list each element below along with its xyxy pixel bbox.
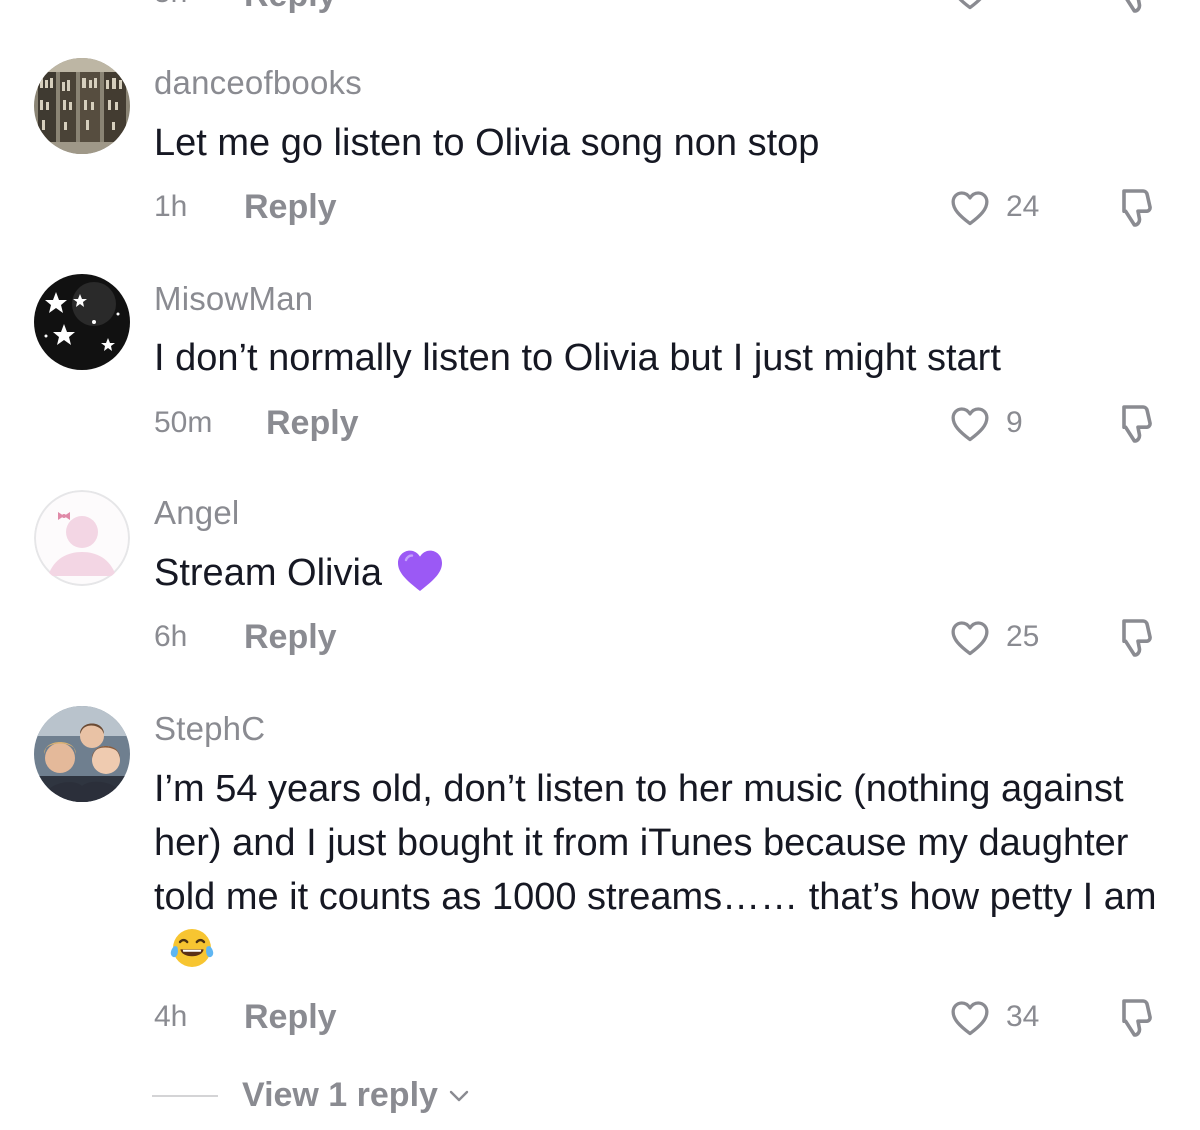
comment-text-content: Stream Olivia: [154, 552, 383, 594]
divider: [152, 1095, 218, 1097]
comment-text: I’m 54 years old, don’t listen to her mu…: [154, 762, 1184, 986]
comment-time: 6h: [154, 620, 188, 653]
like-count: 9: [1006, 406, 1023, 439]
reply-button[interactable]: Reply: [244, 998, 337, 1037]
avatar[interactable]: [34, 274, 130, 370]
comment-username[interactable]: danceofbooks: [154, 64, 362, 102]
heart-icon[interactable]: [948, 402, 992, 446]
like-count: 24: [1006, 190, 1040, 223]
comment-text: Let me go listen to Olivia song non stop: [154, 116, 1184, 170]
like-count: 34: [1006, 1000, 1040, 1033]
avatar[interactable]: [34, 706, 130, 802]
comment-time: 5h: [154, 0, 187, 10]
heart-icon[interactable]: [948, 0, 992, 16]
comment-username[interactable]: Angel: [154, 494, 239, 532]
reply-button[interactable]: Reply: [266, 404, 359, 443]
like-count: 25: [1006, 620, 1040, 653]
comment-username[interactable]: StephC: [154, 710, 265, 748]
dislike-icon[interactable]: [1110, 994, 1158, 1042]
heart-icon[interactable]: [948, 616, 992, 660]
comment-time: 50m: [154, 406, 213, 439]
dislike-icon[interactable]: [1110, 400, 1158, 448]
reply-button[interactable]: Reply: [244, 0, 337, 15]
dislike-icon[interactable]: [1110, 614, 1158, 662]
previous-comment-meta: 5h Reply: [0, 0, 1200, 16]
comment-username[interactable]: MisowMan: [154, 280, 313, 318]
dislike-icon[interactable]: [1110, 184, 1158, 232]
purple-heart-emoji: [396, 547, 444, 608]
reply-button[interactable]: Reply: [244, 188, 337, 227]
heart-icon[interactable]: [948, 186, 992, 230]
avatar[interactable]: [34, 58, 130, 154]
view-replies-button[interactable]: View 1 reply: [242, 1076, 438, 1115]
reply-button[interactable]: Reply: [244, 618, 337, 657]
heart-icon[interactable]: [948, 996, 992, 1040]
comment-text-content: Let me go listen to Olivia song non stop: [154, 122, 820, 164]
tears-of-joy-emoji: [168, 925, 216, 986]
avatar[interactable]: [34, 490, 130, 586]
comment-time: 1h: [154, 190, 188, 223]
comment-text: I don’t normally listen to Olivia but I …: [154, 331, 1184, 385]
comment-text-content: I don’t normally listen to Olivia but I …: [154, 337, 1001, 379]
view-replies[interactable]: View 1 reply: [152, 1070, 492, 1120]
chevron-down-icon[interactable]: [448, 1088, 470, 1109]
dislike-icon[interactable]: [1110, 0, 1158, 16]
comment-text: Stream Olivia: [154, 546, 1184, 608]
comment-text-content: I’m 54 years old, don’t listen to her mu…: [154, 768, 1157, 918]
comment-time: 4h: [154, 1000, 188, 1033]
